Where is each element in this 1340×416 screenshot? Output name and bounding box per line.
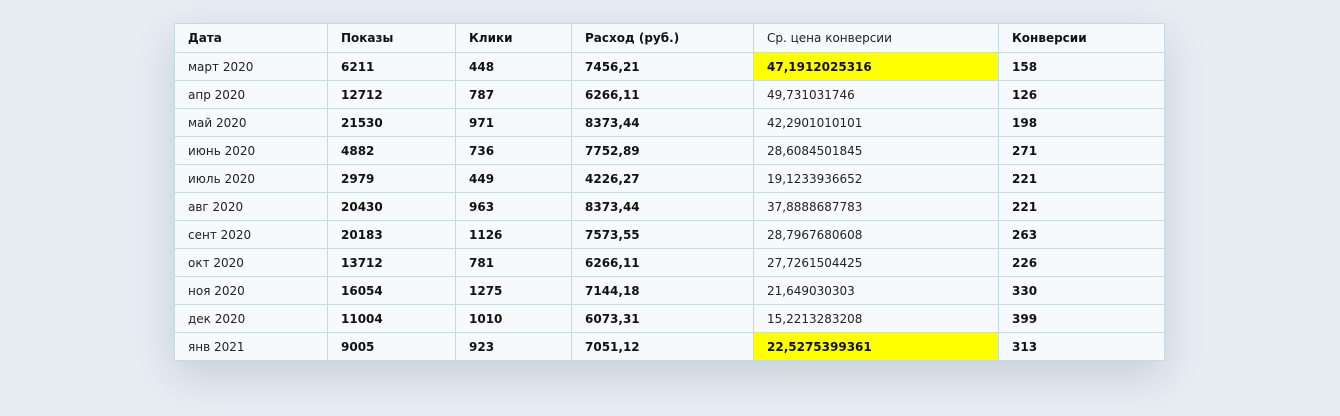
table-row: апр 2020 12712 787 6266,11 49,731031746 126: [174, 80, 1165, 109]
cell-impressions: 11004: [327, 304, 456, 333]
cell-impressions: 13712: [327, 248, 456, 277]
cell-avg-conversion-cost: 21,649030303: [753, 276, 999, 305]
cell-date: окт 2020: [174, 248, 328, 277]
cell-avg-conversion-cost: 28,7967680608: [753, 220, 999, 249]
cell-clicks: 787: [455, 80, 572, 109]
header-clicks: Клики: [455, 23, 572, 53]
cell-date: июнь 2020: [174, 136, 328, 165]
cell-spend: 4226,27: [571, 164, 754, 193]
cell-clicks: 781: [455, 248, 572, 277]
header-conversions: Конверсии: [998, 23, 1165, 53]
cell-clicks: 1126: [455, 220, 572, 249]
cell-date: дек 2020: [174, 304, 328, 333]
cell-spend: 6073,31: [571, 304, 754, 333]
cell-conversions: 330: [998, 276, 1165, 305]
header-date: Дата: [174, 23, 328, 53]
table-row: май 2020 21530 971 8373,44 42,2901010101 198: [174, 108, 1165, 137]
cell-avg-conversion-cost: 27,7261504425: [753, 248, 999, 277]
cell-conversions: 399: [998, 304, 1165, 333]
cell-conversions: 221: [998, 192, 1165, 221]
cell-impressions: 9005: [327, 332, 456, 361]
cell-avg-conversion-cost: 49,731031746: [753, 80, 999, 109]
cell-spend: 7051,12: [571, 332, 754, 361]
cell-conversions: 271: [998, 136, 1165, 165]
cell-avg-conversion-cost: 47,1912025316: [753, 52, 999, 81]
conversion-stats-table: Дата Показы Клики Расход (руб.) Ср. цена…: [174, 23, 1165, 361]
header-avg-conversion-cost: Ср. цена конверсии: [753, 23, 999, 53]
cell-impressions: 21530: [327, 108, 456, 137]
cell-conversions: 158: [998, 52, 1165, 81]
cell-date: март 2020: [174, 52, 328, 81]
cell-avg-conversion-cost: 15,2213283208: [753, 304, 999, 333]
table-row: июнь 2020 4882 736 7752,89 28,6084501845 271: [174, 136, 1165, 165]
cell-clicks: 449: [455, 164, 572, 193]
cell-clicks: 923: [455, 332, 572, 361]
cell-conversions: 313: [998, 332, 1165, 361]
cell-date: май 2020: [174, 108, 328, 137]
cell-date: апр 2020: [174, 80, 328, 109]
table-header-row: Дата Показы Клики Расход (руб.) Ср. цена…: [174, 23, 1165, 53]
cell-avg-conversion-cost: 37,8888687783: [753, 192, 999, 221]
cell-clicks: 963: [455, 192, 572, 221]
cell-impressions: 4882: [327, 136, 456, 165]
cell-avg-conversion-cost: 42,2901010101: [753, 108, 999, 137]
cell-conversions: 263: [998, 220, 1165, 249]
table-row: янв 2021 9005 923 7051,12 22,5275399361 313: [174, 332, 1165, 361]
cell-conversions: 198: [998, 108, 1165, 137]
cell-spend: 8373,44: [571, 108, 754, 137]
cell-conversions: 221: [998, 164, 1165, 193]
table-row: ноя 2020 16054 1275 7144,18 21,649030303 330: [174, 276, 1165, 305]
cell-spend: 6266,11: [571, 80, 754, 109]
cell-conversions: 126: [998, 80, 1165, 109]
cell-spend: 7752,89: [571, 136, 754, 165]
table-row: дек 2020 11004 1010 6073,31 15,2213283208 399: [174, 304, 1165, 333]
cell-spend: 6266,11: [571, 248, 754, 277]
cell-impressions: 20430: [327, 192, 456, 221]
table-row: июль 2020 2979 449 4226,27 19,1233936652 221: [174, 164, 1165, 193]
cell-date: авг 2020: [174, 192, 328, 221]
cell-spend: 7573,55: [571, 220, 754, 249]
cell-avg-conversion-cost: 22,5275399361: [753, 332, 999, 361]
table-row: окт 2020 13712 781 6266,11 27,7261504425 226: [174, 248, 1165, 277]
cell-date: сент 2020: [174, 220, 328, 249]
cell-conversions: 226: [998, 248, 1165, 277]
cell-clicks: 448: [455, 52, 572, 81]
cell-impressions: 2979: [327, 164, 456, 193]
cell-impressions: 6211: [327, 52, 456, 81]
cell-impressions: 16054: [327, 276, 456, 305]
cell-clicks: 1010: [455, 304, 572, 333]
cell-clicks: 736: [455, 136, 572, 165]
table-row: сент 2020 20183 1126 7573,55 28,7967680608 26…: [174, 220, 1165, 249]
cell-avg-conversion-cost: 19,1233936652: [753, 164, 999, 193]
cell-spend: 7144,18: [571, 276, 754, 305]
data-table-container: Дата Показы Клики Расход (руб.) Ср. цена…: [174, 23, 1165, 361]
cell-date: янв 2021: [174, 332, 328, 361]
cell-spend: 7456,21: [571, 52, 754, 81]
header-spend: Расход (руб.): [571, 23, 754, 53]
cell-impressions: 12712: [327, 80, 456, 109]
cell-date: июль 2020: [174, 164, 328, 193]
cell-spend: 8373,44: [571, 192, 754, 221]
cell-clicks: 1275: [455, 276, 572, 305]
cell-clicks: 971: [455, 108, 572, 137]
cell-date: ноя 2020: [174, 276, 328, 305]
cell-avg-conversion-cost: 28,6084501845: [753, 136, 999, 165]
table-row: авг 2020 20430 963 8373,44 37,8888687783 221: [174, 192, 1165, 221]
table-row: март 2020 6211 448 7456,21 47,1912025316 158: [174, 52, 1165, 81]
cell-impressions: 20183: [327, 220, 456, 249]
header-impressions: Показы: [327, 23, 456, 53]
